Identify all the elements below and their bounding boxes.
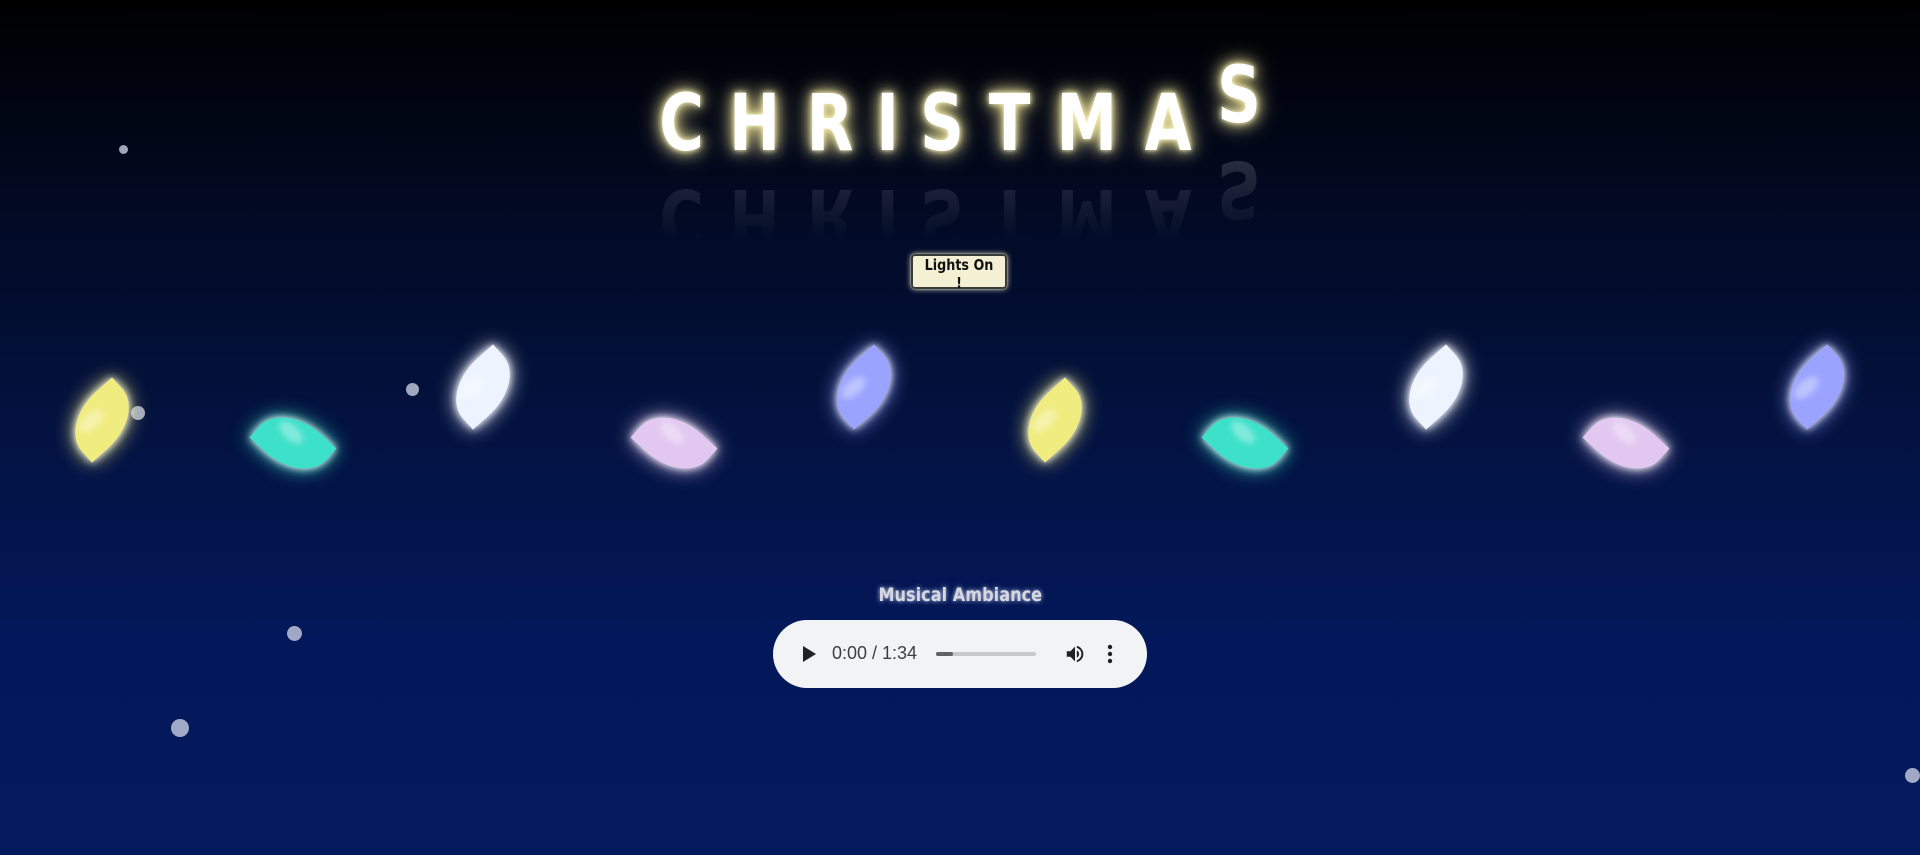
snowflake xyxy=(406,383,419,396)
title-letter: I xyxy=(875,79,899,169)
title-reflection: C H R I S T M A S xyxy=(0,143,1920,261)
snowflake xyxy=(171,719,189,737)
title-reflection-letter: A xyxy=(1145,171,1193,261)
light-bulb-lavender xyxy=(1582,400,1670,486)
light-bulb-lavender xyxy=(630,400,717,486)
title-letter: S xyxy=(920,79,965,169)
volume-button[interactable] xyxy=(1062,641,1088,667)
light-bulb-yellow xyxy=(1011,377,1098,463)
title-reflection-letter: S xyxy=(920,171,965,261)
lights-on-button[interactable]: Lights On ! xyxy=(911,254,1007,292)
title-reflection-letter: H xyxy=(729,171,781,261)
title-letter: T xyxy=(988,79,1031,169)
title-letter: M xyxy=(1056,79,1118,169)
more-vertical-icon xyxy=(1107,644,1113,664)
light-bulb-teal xyxy=(249,400,336,486)
light-bulb-blue xyxy=(820,344,908,430)
seek-slider[interactable] xyxy=(936,652,1036,656)
title-reflection-letter: T xyxy=(988,171,1031,261)
title-reflection-letter: C xyxy=(658,171,704,261)
light-bulb-white xyxy=(1392,344,1479,430)
snowflake xyxy=(131,406,145,420)
light-bulb-yellow xyxy=(58,377,146,463)
time-display: 0:00 / 1:34 xyxy=(832,643,918,663)
seek-progress-fill xyxy=(936,652,953,656)
play-button[interactable] xyxy=(797,642,821,666)
volume-icon xyxy=(1066,645,1084,663)
light-bulb-white xyxy=(439,344,527,430)
play-icon xyxy=(803,646,816,662)
lights-on-button-label: Lights On ! xyxy=(924,256,994,292)
title-letter: C xyxy=(658,79,704,169)
title-reflection-letter: R xyxy=(806,171,854,261)
audio-player: 0:00 / 1:34 xyxy=(773,620,1147,688)
title-reflection-letter: I xyxy=(875,171,899,261)
light-bulb-teal xyxy=(1201,400,1289,486)
music-label: Musical Ambiance xyxy=(0,584,1920,606)
title-letter: A xyxy=(1145,79,1193,169)
snowflake xyxy=(287,626,302,641)
music-label-text: Musical Ambiance xyxy=(878,584,1042,606)
snowflake xyxy=(1905,768,1920,783)
title-reflection-letter: M xyxy=(1056,171,1118,261)
title-reflection-letter: S xyxy=(1217,143,1262,233)
light-bulb-blue xyxy=(1773,344,1860,430)
title-letter: R xyxy=(806,79,854,169)
title-letter: H xyxy=(729,79,781,169)
title-letter: S xyxy=(1217,51,1262,141)
more-options-button[interactable] xyxy=(1103,641,1117,667)
